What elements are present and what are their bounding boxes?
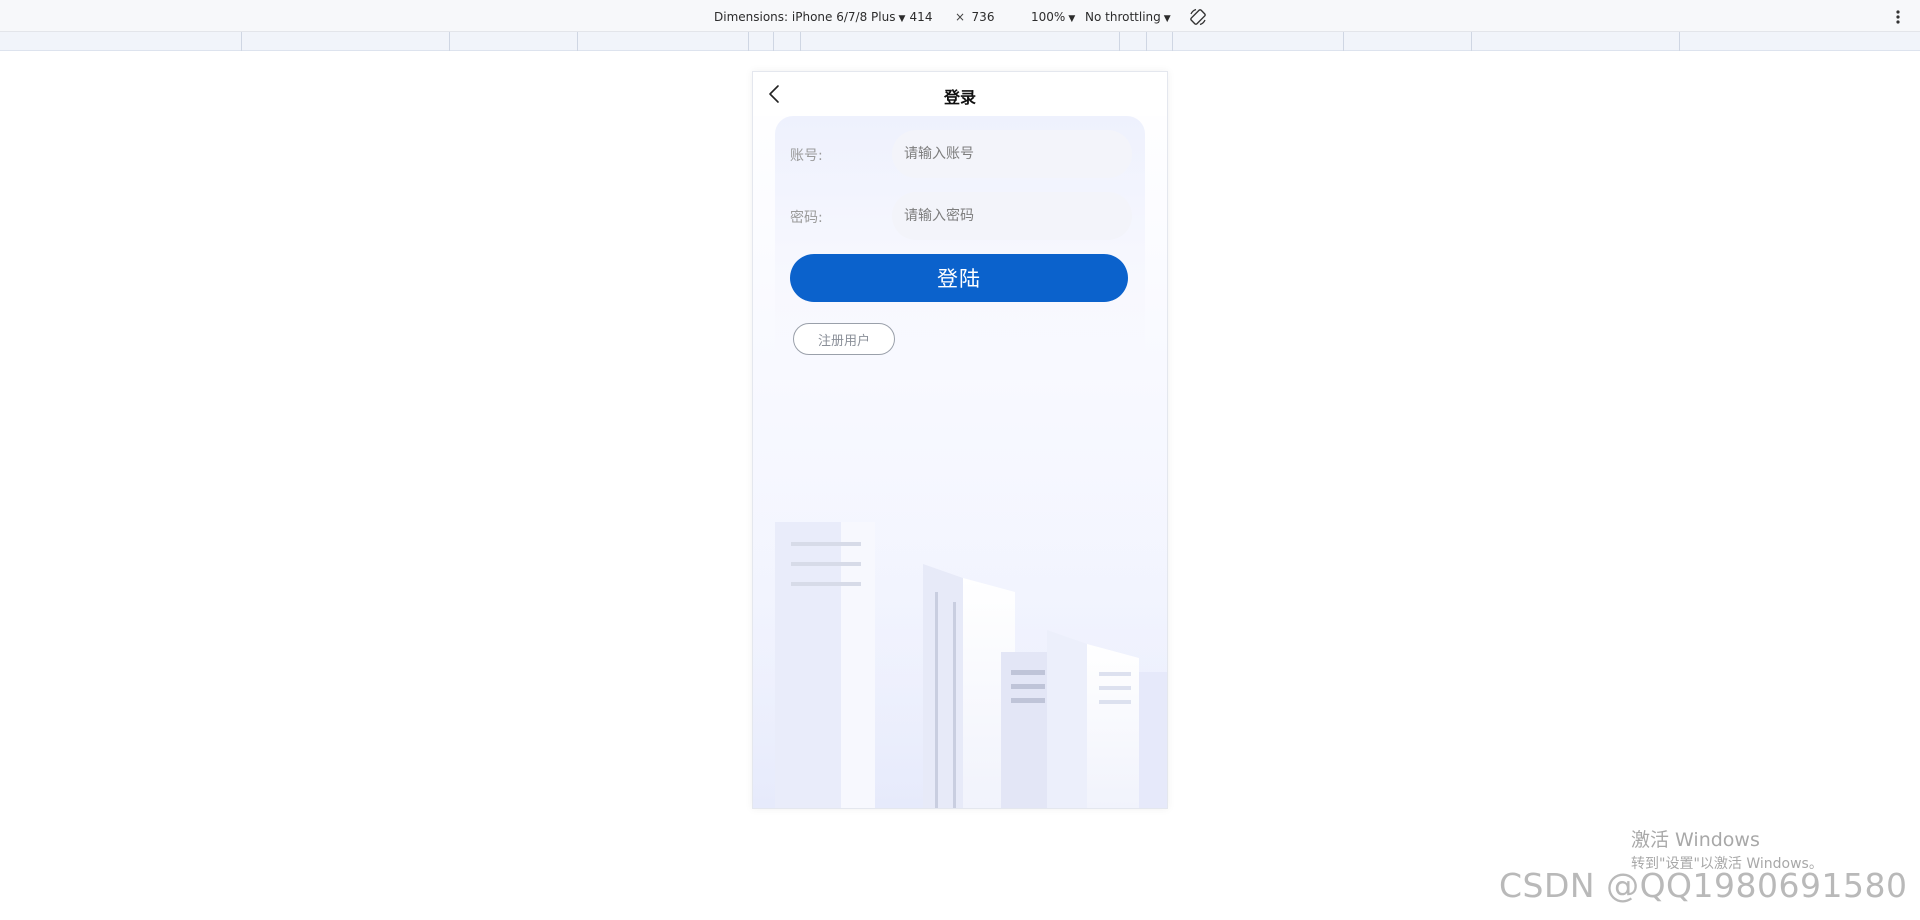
password-input[interactable] [892,192,1132,240]
media-query-ruler[interactable] [0,32,1920,51]
ruler-segment[interactable] [449,32,450,51]
account-label: 账号: [790,148,823,164]
ruler-segment[interactable] [1146,32,1147,51]
account-row: 账号: [775,130,1145,180]
device-viewport: 登录 账号: 密码: 登陆 注册用户 [752,71,1168,809]
ruler-segment[interactable] [241,32,242,51]
ruler-segment[interactable] [1119,32,1120,51]
ruler-segment[interactable] [1172,32,1173,51]
rotate-icon[interactable] [1188,7,1208,27]
ruler-segment[interactable] [577,32,578,51]
height-input[interactable]: 736 [963,8,1003,26]
throttle-label: No throttling [1085,10,1161,24]
throttle-select[interactable]: No throttling ▼ [1085,9,1171,27]
dimensions-select[interactable]: Dimensions: iPhone 6/7/8 Plus ▼ [714,9,905,27]
zoom-label: 100% [1031,10,1066,24]
zoom-select[interactable]: 100% ▼ [1031,9,1075,27]
page-title: 登录 [943,88,976,107]
city-illustration [753,512,1167,808]
login-form: 账号: 密码: 登陆 注册用户 [775,116,1145,366]
ruler-segment[interactable] [773,32,774,51]
caret-down-icon: ▼ [1163,14,1171,24]
ruler-segment[interactable] [1343,32,1344,51]
register-button[interactable]: 注册用户 [793,323,895,355]
password-label: 密码: [790,210,823,226]
kebab-menu-icon[interactable] [1893,8,1903,26]
width-input[interactable]: 414 [901,8,941,26]
ruler-segment[interactable] [800,32,801,51]
windows-activation-title: 激活 Windows [1631,829,1760,851]
ruler-segment[interactable] [1471,32,1472,51]
dimensions-label: Dimensions: iPhone 6/7/8 Plus [714,10,896,24]
devtools-toolbar: Dimensions: iPhone 6/7/8 Plus ▼ 414 × 736… [0,0,1920,32]
account-input[interactable] [892,130,1132,178]
login-button[interactable]: 登陆 [790,254,1128,302]
ruler-segment[interactable] [1679,32,1680,51]
login-page: 登录 账号: 密码: 登陆 注册用户 [753,72,1167,808]
nav-bar: 登录 [753,72,1167,116]
csdn-watermark: CSDN @QQ1980691580 [1499,866,1908,905]
password-row: 密码: [775,192,1145,242]
caret-down-icon: ▼ [1068,14,1076,24]
ruler-segment[interactable] [748,32,749,51]
